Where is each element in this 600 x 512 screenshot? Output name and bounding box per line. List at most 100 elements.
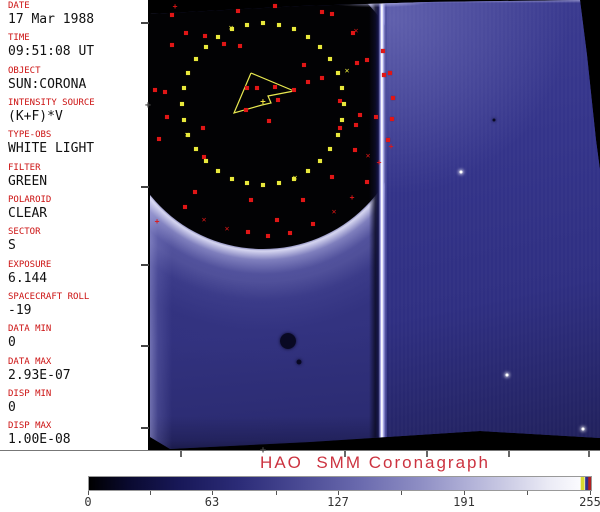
dark-spot xyxy=(492,118,496,122)
red-plus-mark: + xyxy=(154,217,160,226)
field-value: CLEAR xyxy=(8,206,48,222)
star-point xyxy=(459,170,463,174)
yellow-ring-dot xyxy=(277,23,281,27)
red-x-mark: ✕ xyxy=(224,224,230,233)
field-label: DATA MAX xyxy=(8,356,52,367)
yellow-ring-dot xyxy=(328,57,332,61)
yellow-ring-dot xyxy=(194,57,198,61)
field-label: POLAROID xyxy=(8,195,52,206)
field-label: INTENSITY SOURCE xyxy=(8,98,95,109)
field-label: DATE xyxy=(8,1,30,11)
field-label: OBJECT xyxy=(8,65,41,76)
red-fiducial-dot xyxy=(203,34,207,38)
red-x-mark: ✕ xyxy=(353,26,359,35)
yellow-ring-dot xyxy=(340,86,344,90)
red-fiducial-dot xyxy=(292,88,296,92)
red-fiducial-dot xyxy=(388,71,392,75)
red-fiducial-dot xyxy=(255,86,259,90)
pointing-polygon xyxy=(232,72,297,114)
red-fiducial-dot xyxy=(165,115,169,119)
red-x-mark: ✕ xyxy=(365,151,371,160)
left-axis-line xyxy=(148,0,150,451)
yellow-ring-dot xyxy=(306,169,310,173)
red-plus-mark: + xyxy=(349,193,355,202)
metadata-field-object: OBJECT SUN:CORONA xyxy=(0,65,148,97)
metadata-field-data-min: DATA MIN 0 xyxy=(0,323,148,355)
yellow-ring-dot xyxy=(318,159,322,163)
field-value: 2.93E-07 xyxy=(8,367,71,383)
yellow-ring-dot xyxy=(261,21,265,25)
left-axis-tick xyxy=(141,345,149,347)
yellow-ring-dot xyxy=(186,71,190,75)
colorbar-minor-tick xyxy=(150,491,151,495)
field-label: DATA MIN xyxy=(8,324,52,335)
yellow-ring-dot xyxy=(216,35,220,39)
footer-panel: HAO SMM Coronagraph 0 63 127 191 255 xyxy=(0,451,600,512)
bottom-axis-tick xyxy=(180,451,182,457)
field-value: -19 xyxy=(8,303,32,319)
red-fiducial-dot xyxy=(276,98,280,102)
red-fiducial-dot xyxy=(163,90,167,94)
red-fiducial-dot xyxy=(170,43,174,47)
red-fiducial-dot xyxy=(354,123,358,127)
metadata-field-data-max: DATA MAX 2.93E-07 xyxy=(0,356,148,388)
red-fiducial-dot xyxy=(330,175,334,179)
red-plus-mark: + xyxy=(376,158,382,167)
star-point xyxy=(581,427,585,431)
red-plus-mark: + xyxy=(388,142,394,151)
yellow-x-mark: ✕ xyxy=(184,130,190,139)
field-value: (K+F)*V xyxy=(8,109,63,125)
field-label: DISP MIN xyxy=(8,389,52,400)
red-fiducial-dot xyxy=(244,108,248,112)
colorbar-minor-tick xyxy=(401,491,402,495)
coronagraph-image: + + + + + ✕ ✕ ✕ ✕ ✕ ✕ ✕ ✕ ✕ + xyxy=(150,0,600,450)
red-fiducial-dot xyxy=(311,222,315,226)
bottom-axis-tick xyxy=(426,451,428,457)
red-x-mark: ✕ xyxy=(201,215,207,224)
yellow-ring-dot xyxy=(261,183,265,187)
left-axis-tick xyxy=(141,186,149,188)
yellow-ring-dot xyxy=(204,159,208,163)
red-fiducial-dot xyxy=(236,9,240,13)
bottom-axis-line xyxy=(0,450,600,451)
field-label: SPACECRAFT ROLL xyxy=(8,292,90,303)
red-fiducial-dot xyxy=(273,85,277,89)
yellow-ring-dot xyxy=(230,177,234,181)
red-fiducial-dot xyxy=(238,44,242,48)
red-fiducial-dot xyxy=(246,230,250,234)
red-plus-mark: + xyxy=(172,2,178,11)
metadata-field-disp-min: DISP MIN 0 xyxy=(0,388,148,420)
field-label: FILTER xyxy=(8,162,41,173)
red-fiducial-dot xyxy=(330,12,334,16)
field-value: 6.144 xyxy=(8,270,48,286)
metadata-field-disp-max: DISP MAX 1.00E-08 xyxy=(0,420,148,452)
red-fiducial-dot xyxy=(249,198,253,202)
red-fiducial-dot xyxy=(320,76,324,80)
left-axis-tick xyxy=(141,22,149,24)
dark-spot xyxy=(296,359,302,365)
bottom-axis-tick xyxy=(588,451,590,457)
fiducial-marker-layer: + + + + + ✕ ✕ ✕ ✕ ✕ ✕ ✕ ✕ ✕ + xyxy=(150,0,600,450)
red-fiducial-dot xyxy=(358,113,362,117)
red-fiducial-dot xyxy=(183,205,187,209)
red-fiducial-dot xyxy=(267,119,271,123)
metadata-field-intensity-source: INTENSITY SOURCE (K+F)*V xyxy=(0,97,148,129)
bottom-axis-tick xyxy=(344,451,346,457)
left-axis-tick xyxy=(141,264,149,266)
field-label: DISP MAX xyxy=(8,421,52,432)
yellow-ring-dot xyxy=(245,181,249,185)
field-value: 09:51:08 UT xyxy=(8,44,95,60)
field-value: SUN:CORONA xyxy=(8,76,87,92)
yellow-ring-dot xyxy=(182,86,186,90)
red-fiducial-dot xyxy=(273,4,277,8)
red-fiducial-dot xyxy=(320,10,324,14)
red-fiducial-dot xyxy=(275,218,279,222)
field-value: 0 xyxy=(8,335,16,351)
colorbar-tick-label: 191 xyxy=(453,495,475,509)
bottom-axis-tick xyxy=(508,451,510,457)
field-label: TIME xyxy=(8,33,30,44)
red-fiducial-dot xyxy=(365,180,369,184)
red-fiducial-dot xyxy=(184,31,188,35)
field-value: GREEN xyxy=(8,173,48,189)
yellow-ring-dot xyxy=(328,147,332,151)
